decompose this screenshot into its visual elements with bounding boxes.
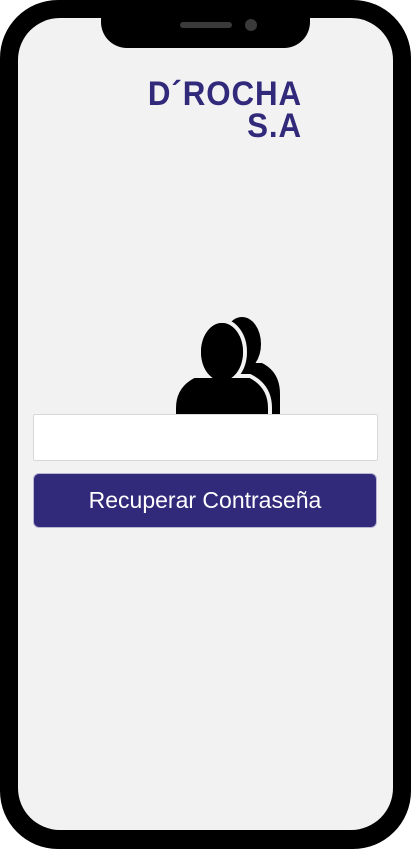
- recover-password-button[interactable]: Recuperar Contraseña: [33, 473, 377, 528]
- brand-logo: D´ROCHA S.A: [128, 75, 302, 168]
- brand-suffix: S.A: [247, 107, 302, 145]
- speaker-grille: [180, 22, 232, 28]
- brand-name: D´ROCHA: [147, 75, 302, 113]
- email-field[interactable]: [33, 414, 378, 461]
- front-camera-icon: [245, 19, 257, 31]
- app-screen: D´ROCHA S.A Recuperar Contraseña: [18, 18, 393, 830]
- users-icon: [172, 317, 280, 420]
